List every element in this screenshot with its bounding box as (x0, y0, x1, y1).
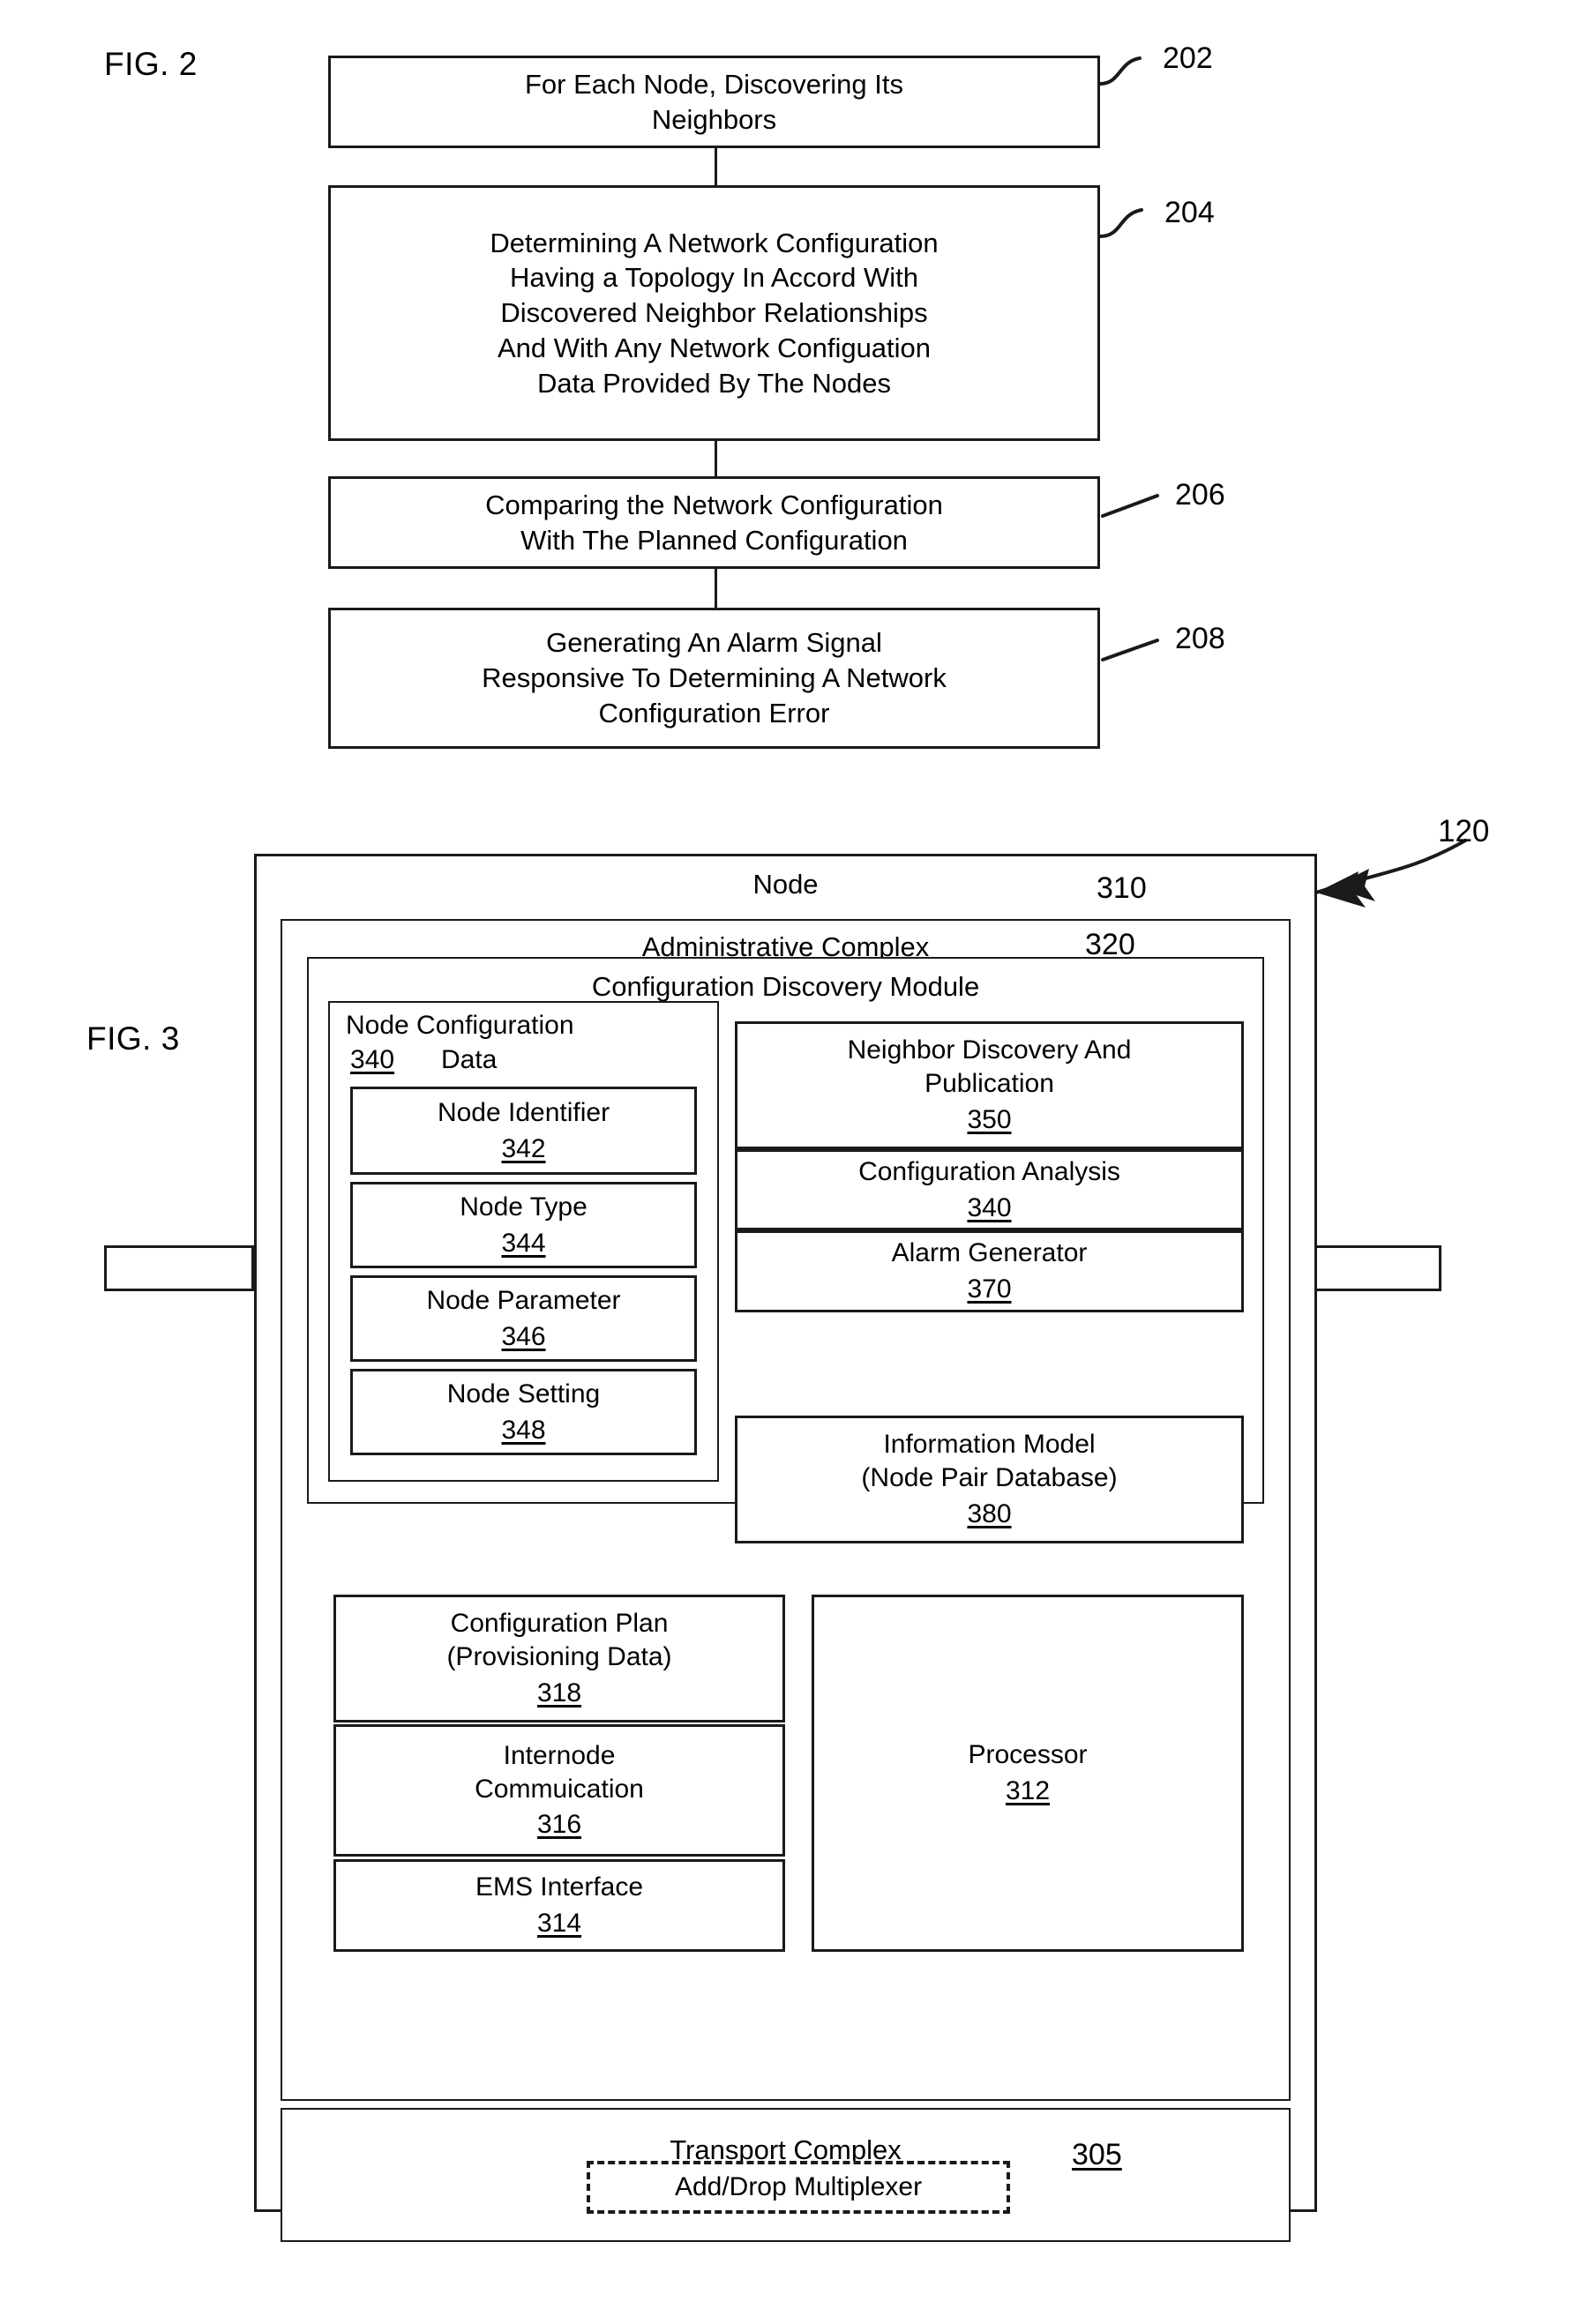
information-model-line-1: Information Model (883, 1430, 1096, 1460)
node-type-ref: 344 (501, 1228, 546, 1258)
alarm-generator-title: Alarm Generator (891, 1238, 1088, 1268)
information-model-ref: 380 (967, 1498, 1012, 1528)
internode-communication-line-1: Internode (503, 1740, 616, 1770)
figure-3-label: FIG. 3 (86, 1020, 180, 1057)
ems-interface-ref: 314 (536, 1909, 582, 1938)
information-model-line-2: (Node Pair Database) (861, 1463, 1118, 1493)
flow-step-206-line-1: Comparing the Network Configuration (485, 489, 943, 520)
configuration-plan-box: Configuration Plan (Provisioning Data) 3… (333, 1595, 785, 1722)
internode-communication-box: Internode Commuication 316 (333, 1724, 785, 1857)
neighbor-discovery-line-1: Neighbor Discovery And (847, 1035, 1132, 1065)
configuration-analysis-ref: 340 (967, 1192, 1012, 1222)
flow-step-204-line-1: Determining A Network Configuration (490, 227, 939, 258)
neighbor-discovery-publication-box: Neighbor Discovery And Publication 350 (735, 1021, 1244, 1149)
node-parameter-title: Node Parameter (426, 1285, 621, 1315)
node-identifier-box: Node Identifier 342 (350, 1087, 697, 1175)
alarm-generator-box: Alarm Generator 370 (735, 1230, 1244, 1312)
node-parameter-box: Node Parameter 346 (350, 1275, 697, 1362)
flow-step-206: Comparing the Network Configuration With… (328, 476, 1100, 569)
flow-step-204-line-2: Having a Topology In Accord With (510, 262, 918, 294)
leader-202 (1098, 56, 1142, 86)
ref-number-206: 206 (1175, 478, 1225, 512)
node-identifier-ref: 342 (501, 1133, 546, 1163)
node-setting-box: Node Setting 348 (350, 1369, 697, 1455)
configuration-analysis-box: Configuration Analysis 340 (735, 1149, 1244, 1230)
configuration-plan-ref: 318 (536, 1678, 582, 1708)
node-type-title: Node Type (460, 1192, 588, 1222)
leader-208 (1101, 639, 1159, 661)
node-setting-ref: 348 (501, 1415, 546, 1445)
internode-communication-line-2: Commuication (475, 1774, 644, 1804)
leader-206 (1101, 494, 1159, 518)
leader-204 (1098, 208, 1143, 238)
internode-communication-ref: 316 (536, 1810, 582, 1840)
ref-number-120: 120 (1438, 814, 1490, 848)
flow-step-204-line-3: Discovered Neighbor Relationships (500, 297, 928, 329)
ems-interface-title: EMS Interface (475, 1872, 644, 1902)
figure-2-label: FIG. 2 (104, 46, 198, 82)
connector-202-204 (715, 148, 717, 185)
alarm-generator-ref: 370 (967, 1274, 1012, 1304)
flow-step-208-line-2: Responsive To Determining A Network (482, 662, 947, 694)
node-type-box: Node Type 344 (350, 1182, 697, 1268)
ems-interface-box: EMS Interface 314 (333, 1859, 785, 1952)
node-setting-title: Node Setting (446, 1379, 601, 1409)
ref-number-305: 305 (1072, 2138, 1122, 2171)
patent-figure-page: FIG. 2 For Each Node, Discovering Its Ne… (0, 0, 1572, 2324)
neighbor-discovery-ref: 350 (967, 1104, 1012, 1134)
flow-step-208-line-1: Generating An Alarm Signal (546, 627, 882, 659)
node-configuration-data-title-line2-word: Data (441, 1045, 498, 1074)
node-parameter-ref: 346 (501, 1321, 546, 1351)
node-configuration-data-ref: 340 (350, 1045, 395, 1074)
configuration-plan-line-2: (Provisioning Data) (446, 1642, 672, 1672)
callout-arrow-head (1316, 869, 1375, 908)
connector-206-208 (715, 569, 717, 608)
node-identifier-title: Node Identifier (437, 1097, 610, 1127)
flow-step-204-line-4: And With Any Network Configuation (497, 332, 932, 363)
node-configuration-data-title-line1: Node Configuration (346, 1011, 574, 1040)
right-link-stub (1314, 1245, 1441, 1291)
configuration-analysis-title: Configuration Analysis (858, 1156, 1120, 1186)
ref-number-208: 208 (1175, 622, 1225, 655)
add-drop-multiplexer-box: Add/Drop Multiplexer (587, 2161, 1010, 2214)
flow-step-204-line-5: Data Provided By The Nodes (537, 367, 891, 399)
flow-step-202-line-1: For Each Node, Discovering Its (524, 68, 903, 100)
configuration-plan-line-1: Configuration Plan (450, 1609, 669, 1639)
add-drop-multiplexer-label: Add/Drop Multiplexer (674, 2172, 923, 2201)
processor-ref: 312 (1005, 1776, 1051, 1805)
flow-step-204: Determining A Network Configuration Havi… (328, 185, 1100, 441)
configuration-discovery-module-title: Configuration Discovery Module (591, 971, 980, 1002)
ref-number-204: 204 (1164, 196, 1215, 229)
flow-step-206-line-2: With The Planned Configuration (520, 524, 908, 556)
node-title: Node (752, 869, 819, 900)
ref-number-310: 310 (1097, 871, 1147, 905)
connector-204-206 (715, 441, 717, 476)
flow-step-202: For Each Node, Discovering Its Neighbors (328, 56, 1100, 148)
processor-title: Processor (968, 1740, 1088, 1770)
left-link-stub (104, 1245, 254, 1291)
flow-step-208-line-3: Configuration Error (598, 697, 830, 729)
ref-number-202: 202 (1163, 41, 1213, 75)
flow-step-202-line-2: Neighbors (651, 103, 777, 135)
neighbor-discovery-line-2: Publication (924, 1069, 1054, 1099)
information-model-box: Information Model (Node Pair Database) 3… (735, 1416, 1244, 1543)
flow-step-208: Generating An Alarm Signal Responsive To… (328, 608, 1100, 749)
processor-box: Processor 312 (812, 1595, 1244, 1952)
